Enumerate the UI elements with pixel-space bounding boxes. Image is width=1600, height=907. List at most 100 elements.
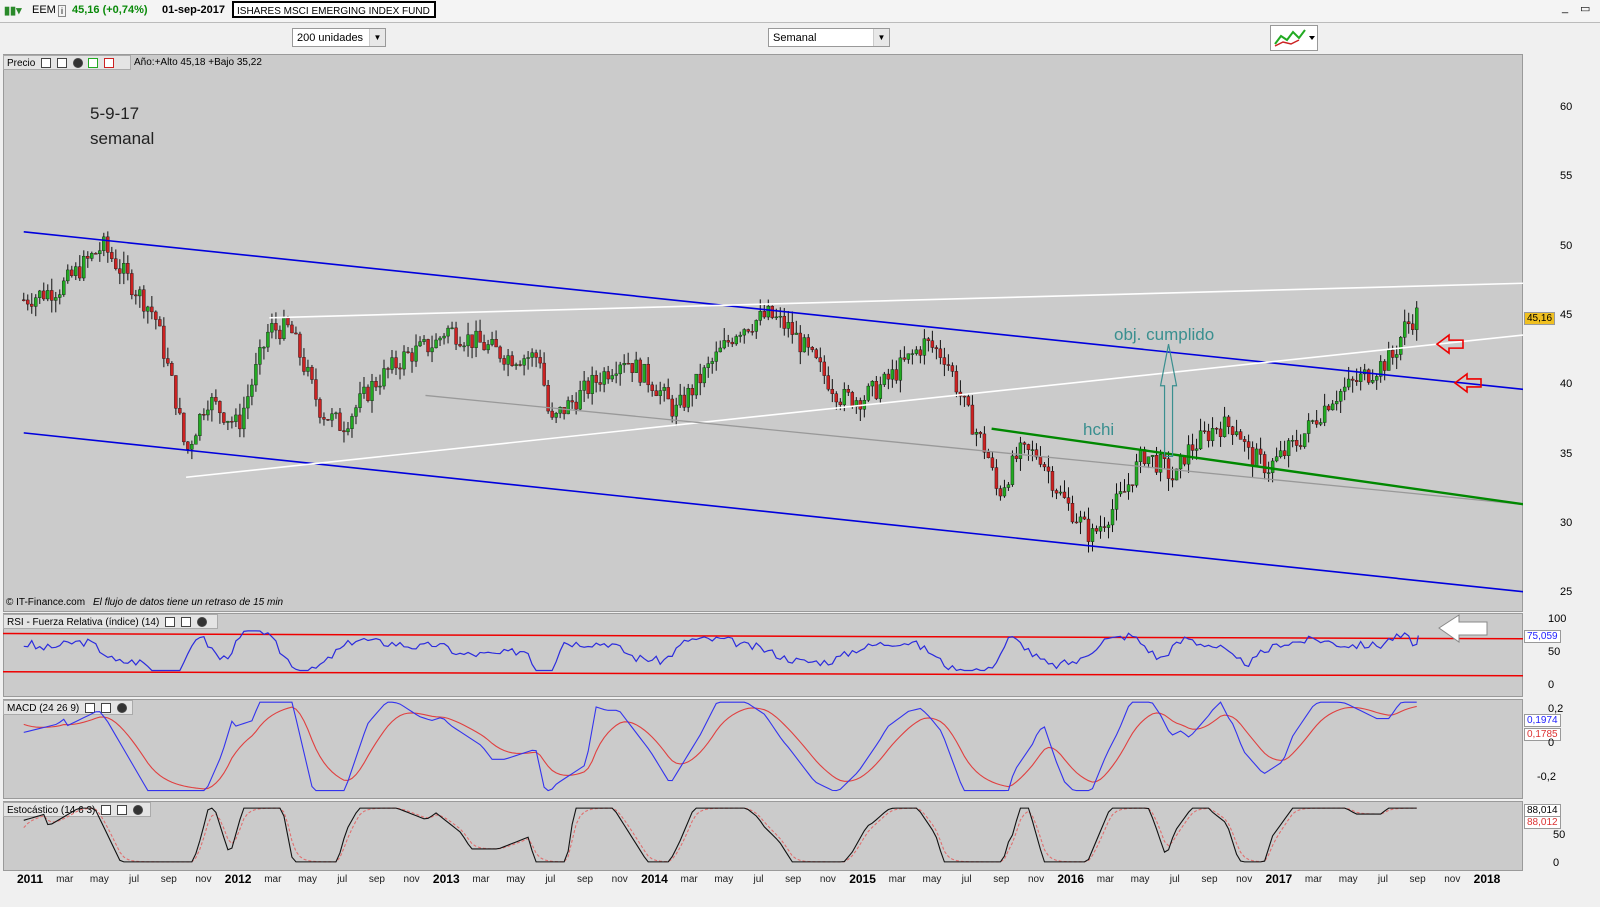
candle-body	[754, 320, 758, 332]
x-tick-label: sep	[1201, 874, 1218, 885]
candle-body	[38, 290, 42, 298]
time-axis: 2011 mar may jul sep nov 2012 mar may jul sep nov 20…	[0, 871, 1600, 891]
candle-body	[530, 352, 534, 358]
candle-body	[134, 294, 138, 297]
candle-body	[534, 352, 538, 358]
candle-body	[814, 349, 818, 358]
candle-body	[1334, 401, 1339, 405]
candle-body	[434, 339, 438, 349]
candle-body	[914, 349, 919, 354]
candle-body	[1010, 455, 1015, 485]
candle-body	[1338, 391, 1343, 402]
x-tick-label: nov	[195, 874, 212, 885]
candle-body	[758, 311, 762, 321]
candle-body	[158, 319, 162, 327]
candle-body	[338, 412, 342, 431]
quote-date: 01-sep-2017	[162, 4, 225, 16]
candle-body	[506, 355, 510, 365]
maximize-icon[interactable]: ▭	[1580, 2, 1590, 15]
candle-body	[790, 322, 794, 335]
units-select[interactable]: 200 unidades ▼	[292, 28, 386, 47]
candle-body	[274, 323, 278, 331]
candle-body	[1110, 509, 1115, 526]
candle-body	[794, 332, 798, 335]
rsi-value-tag: 75,059	[1524, 630, 1561, 643]
candle-body	[1246, 441, 1251, 448]
candle-body	[1130, 484, 1135, 486]
candle-body	[198, 414, 202, 436]
x-tick-label: jul	[1377, 874, 1388, 885]
chevron-down-icon[interactable]: ▼	[873, 29, 889, 46]
lower-channel-line	[23, 432, 1523, 593]
candle-body	[1070, 503, 1075, 523]
stoch-d-tag: 88,012	[1524, 816, 1561, 829]
candle-body	[830, 389, 835, 394]
candle-body	[1118, 491, 1123, 495]
candle-body	[178, 408, 182, 414]
period-select[interactable]: Semanal ▼	[768, 28, 890, 47]
chart-type-button[interactable]	[1270, 25, 1318, 51]
stoch-chart	[23, 807, 1417, 863]
candle-body	[270, 323, 274, 333]
candle-body	[1082, 516, 1087, 520]
candle-body	[718, 347, 722, 353]
candle-body	[126, 263, 130, 274]
candle-body	[438, 337, 442, 341]
candle-body	[1310, 420, 1315, 422]
candle-body	[818, 357, 823, 363]
info-icon[interactable]: i	[58, 5, 66, 17]
chevron-down-icon[interactable]: ▼	[369, 29, 385, 46]
candle-body	[290, 324, 294, 334]
candle-body	[866, 385, 871, 401]
candle-body	[774, 316, 778, 319]
candle-body	[1022, 442, 1027, 445]
candle-body	[582, 380, 586, 391]
candle-body	[870, 381, 875, 387]
x-tick-label: may	[298, 874, 317, 885]
upper-channel-line	[23, 231, 1523, 391]
x-tick-label: nov	[403, 874, 420, 885]
annotation-target: obj. cumplido	[1114, 325, 1215, 344]
rsi-chart	[3, 614, 1523, 677]
candle-body	[394, 357, 398, 369]
candle-body	[202, 414, 206, 416]
chart-icon[interactable]: ▮▮▾	[4, 4, 22, 17]
candle-body	[610, 375, 614, 380]
candle-body	[466, 334, 470, 347]
candles	[22, 231, 1419, 553]
candle-body	[1266, 472, 1271, 474]
candle-body	[502, 358, 506, 365]
candle-body	[1086, 518, 1091, 542]
minimize-icon[interactable]: _	[1562, 2, 1568, 14]
x-tick-label: nov	[1027, 874, 1045, 885]
candle-body	[34, 297, 38, 307]
price-y-tick: 35	[1560, 447, 1573, 460]
x-tick-label: mar	[472, 874, 490, 885]
candle-body	[1194, 448, 1199, 451]
candle-body	[386, 368, 390, 370]
candle-body	[1218, 428, 1223, 437]
candle-body	[1318, 422, 1323, 425]
candle-body	[242, 407, 246, 430]
candle-body	[702, 367, 706, 384]
candle-body	[122, 263, 126, 274]
candle-body	[1342, 386, 1347, 392]
candle-body	[1390, 349, 1395, 358]
candle-body	[162, 325, 166, 359]
candle-body	[1238, 431, 1243, 440]
candle-body	[1058, 491, 1063, 494]
candle-body	[538, 357, 542, 364]
candle-body	[118, 268, 122, 274]
neckline-gray	[425, 394, 1523, 506]
candle-body	[114, 258, 118, 269]
x-tick-label: nov	[819, 874, 836, 885]
candle-body	[590, 374, 594, 394]
x-tick-label: sep	[785, 874, 802, 885]
price-y-tick: 45	[1560, 309, 1573, 321]
candle-body	[714, 351, 718, 362]
candle-body	[730, 341, 734, 345]
candle-body	[346, 428, 350, 433]
candle-body	[1282, 450, 1287, 456]
candle-body	[1374, 376, 1379, 381]
candle-body	[694, 373, 698, 396]
